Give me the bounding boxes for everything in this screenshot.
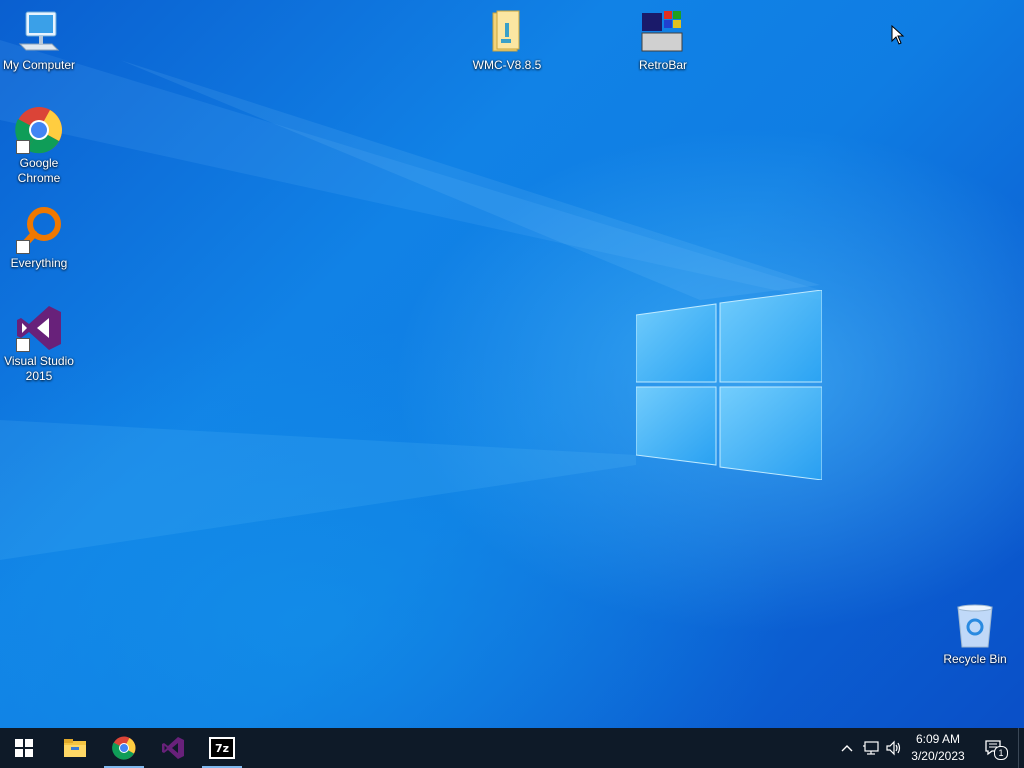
desktop-icon-everything[interactable]: Everything xyxy=(0,206,78,271)
desktop-icon-label: Visual Studio 2015 xyxy=(4,354,74,383)
taskbar-7zip-button[interactable]: 7z xyxy=(198,728,246,768)
network-icon xyxy=(863,741,879,755)
7zip-icon: 7z xyxy=(209,737,235,759)
desktop-icon-retrobar[interactable]: RetroBar xyxy=(624,8,702,73)
notification-count-badge: 1 xyxy=(994,746,1008,760)
clock-date: 3/20/2023 xyxy=(911,749,965,763)
taskbar: 7z 6:09 AM 3/20/2023 1 xyxy=(0,728,1024,768)
taskbar-visual-studio-button[interactable] xyxy=(149,728,197,768)
start-button[interactable] xyxy=(0,728,48,768)
retrobar-icon xyxy=(638,8,688,56)
desktop-icon-label: WMC-V8.8.5 xyxy=(472,58,542,72)
windows-logo-wallpaper xyxy=(636,290,822,480)
shortcut-arrow-icon xyxy=(16,240,30,254)
7zip-icon-text: 7z xyxy=(214,741,230,755)
shortcut-arrow-icon xyxy=(16,140,30,154)
clock-time: 6:09 AM xyxy=(915,732,961,746)
shortcut-arrow-icon xyxy=(16,338,30,352)
network-tray-button[interactable] xyxy=(861,738,881,758)
show-hidden-icons-button[interactable] xyxy=(837,738,857,758)
taskbar-chrome-button[interactable] xyxy=(100,728,148,768)
chrome-icon xyxy=(112,736,136,760)
show-desktop-button[interactable] xyxy=(1018,728,1024,768)
desktop-icon-recycle-bin[interactable]: Recycle Bin xyxy=(936,602,1014,667)
desktop-icon-wmc-folder[interactable]: WMC-V8.8.5 xyxy=(468,8,546,73)
chrome-icon xyxy=(14,106,64,154)
visual-studio-icon xyxy=(14,304,64,352)
wallpaper-light-beams xyxy=(0,40,820,560)
folder-icon xyxy=(482,8,532,56)
desktop-icon-label: Recycle Bin xyxy=(943,652,1007,666)
volume-tray-button[interactable] xyxy=(884,738,904,758)
desktop-background[interactable]: My Computer Google Chrome Everything Vis… xyxy=(0,0,1024,728)
chevron-up-icon xyxy=(841,745,853,752)
computer-icon xyxy=(14,8,64,56)
visual-studio-icon xyxy=(162,737,184,759)
taskbar-file-explorer-button[interactable] xyxy=(51,728,99,768)
mouse-cursor-icon xyxy=(891,25,905,45)
speaker-icon xyxy=(886,740,901,756)
desktop-icon-label: My Computer xyxy=(2,58,76,72)
desktop-icon-my-computer[interactable]: My Computer xyxy=(0,8,78,73)
desktop-icon-label: RetroBar xyxy=(638,58,688,72)
everything-search-icon xyxy=(14,206,64,254)
desktop-icon-visual-studio-2015[interactable]: Visual Studio 2015 xyxy=(0,304,78,384)
action-center-button[interactable]: 1 xyxy=(982,738,1008,760)
windows-start-icon xyxy=(15,739,33,757)
desktop-icon-label: Google Chrome xyxy=(17,156,61,185)
desktop-icon-google-chrome[interactable]: Google Chrome xyxy=(0,106,78,186)
recycle-bin-icon xyxy=(950,602,1000,650)
file-explorer-icon xyxy=(64,739,86,757)
desktop-icon-label: Everything xyxy=(10,256,68,270)
taskbar-clock[interactable]: 6:09 AM 3/20/2023 xyxy=(902,730,974,766)
